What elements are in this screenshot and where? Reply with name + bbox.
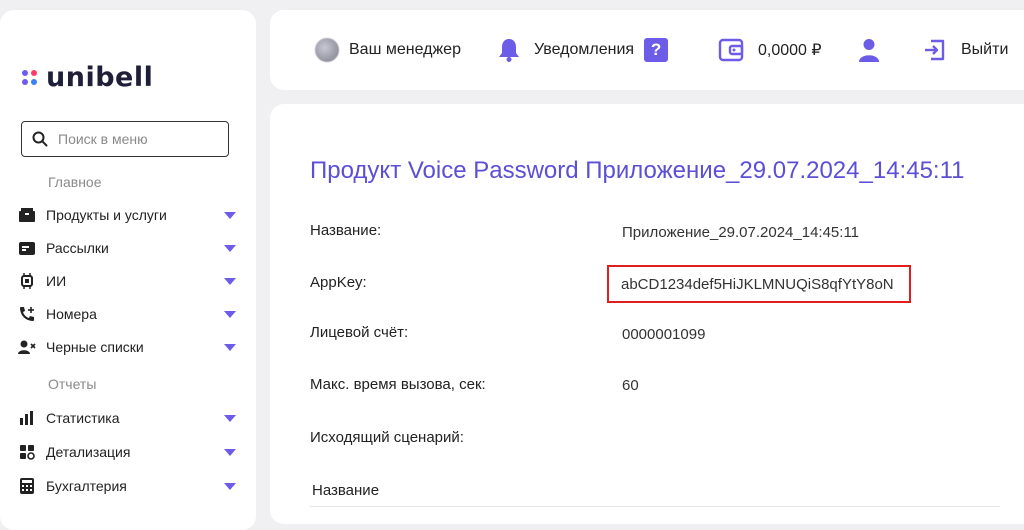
field-value-max-call-time: 60 [622, 377, 639, 394]
sidebar-item-label: Продукты и услуги [46, 207, 167, 223]
balance-value: 0,0000 ₽ [758, 42, 822, 59]
chevron-down-icon[interactable] [224, 244, 236, 252]
field-label-appkey: AppKey: [310, 274, 367, 291]
field-value-name: Приложение_29.07.2024_14:45:11 [622, 224, 860, 241]
help-icon[interactable]: ? [644, 38, 669, 62]
field-label-account: Лицевой счёт: [310, 324, 409, 341]
top-bar: Ваш менеджер Уведомления ? 0,0000 ₽ Выйт… [270, 10, 1024, 90]
sidebar-item-label: Бухгалтерия [46, 478, 127, 494]
profile-button[interactable] [858, 10, 880, 90]
menu-search[interactable] [21, 121, 229, 157]
section-title-main: Главное [48, 174, 102, 190]
chevron-down-icon[interactable] [224, 482, 236, 490]
sidebar-item-label: ИИ [46, 273, 67, 289]
sidebar: unibell Главное Продукты и услуги Рассыл… [0, 10, 256, 530]
logout-icon [925, 39, 945, 61]
balance-button[interactable]: 0,0000 ₽ [718, 10, 822, 90]
search-input[interactable] [56, 130, 220, 148]
field-value-appkey[interactable]: abCD1234def5HiJKLMNUQiS8qfYtY8oN [621, 276, 894, 293]
chevron-down-icon[interactable] [224, 211, 236, 219]
manager-button[interactable]: Ваш менеджер [315, 10, 461, 90]
sidebar-item-statistics[interactable]: Статистика [18, 405, 240, 431]
chart-icon [18, 409, 36, 427]
notifications-label: Уведомления [534, 41, 635, 58]
table-divider [310, 506, 1000, 507]
sidebar-item-label: Детализация [46, 444, 131, 460]
sidebar-item-label: Рассылки [46, 240, 109, 256]
sidebar-item-numbers[interactable]: Номера [18, 301, 240, 327]
sidebar-item-label: Черные списки [46, 339, 144, 355]
notifications-button[interactable]: Уведомления ? [498, 10, 669, 90]
chevron-down-icon[interactable] [224, 277, 236, 285]
box-icon [18, 206, 36, 224]
wallet-icon [718, 38, 744, 62]
sidebar-item-accounting[interactable]: Бухгалтерия [18, 473, 240, 499]
sidebar-item-label: Статистика [46, 410, 120, 426]
table-header-name: Название [312, 482, 380, 499]
sidebar-item-details[interactable]: Детализация [18, 439, 240, 465]
chevron-down-icon[interactable] [224, 310, 236, 318]
calculator-icon [18, 477, 36, 495]
field-label-outgoing-scenario: Исходящий сценарий: [310, 429, 464, 446]
sidebar-item-blacklists[interactable]: Черные списки [18, 334, 240, 360]
field-value-account: 0000001099 [622, 326, 706, 343]
logo-mark-icon [22, 69, 40, 87]
manager-avatar [315, 38, 339, 62]
phone-plus-icon [18, 305, 36, 323]
field-label-name: Название: [310, 222, 382, 239]
sidebar-item-products[interactable]: Продукты и услуги [18, 202, 240, 228]
logout-button[interactable]: Выйти [923, 10, 1008, 90]
user-block-icon [18, 338, 36, 356]
message-icon [18, 239, 36, 257]
chevron-down-icon[interactable] [224, 448, 236, 456]
product-details-panel: Продукт Voice Password Приложение_29.07.… [270, 104, 1024, 524]
sidebar-item-ai[interactable]: ИИ [18, 268, 240, 294]
manager-label: Ваш менеджер [349, 41, 461, 58]
sidebar-item-label: Номера [46, 306, 97, 322]
sidebar-item-mailings[interactable]: Рассылки [18, 235, 240, 261]
chevron-down-icon[interactable] [224, 414, 236, 422]
section-title-reports: Отчеты [48, 376, 97, 392]
chevron-down-icon[interactable] [224, 343, 236, 351]
user-icon [859, 39, 879, 62]
field-label-max-call-time: Макс. время вызова, сек: [310, 376, 486, 393]
bell-icon [499, 39, 519, 62]
logout-label: Выйти [961, 41, 1009, 58]
page-title: Продукт Voice Password Приложение_29.07.… [310, 157, 965, 184]
chip-icon [18, 272, 36, 290]
search-icon [32, 131, 48, 147]
logo[interactable]: unibell [22, 62, 153, 93]
detail-icon [18, 443, 36, 461]
logo-text: unibell [46, 62, 154, 93]
